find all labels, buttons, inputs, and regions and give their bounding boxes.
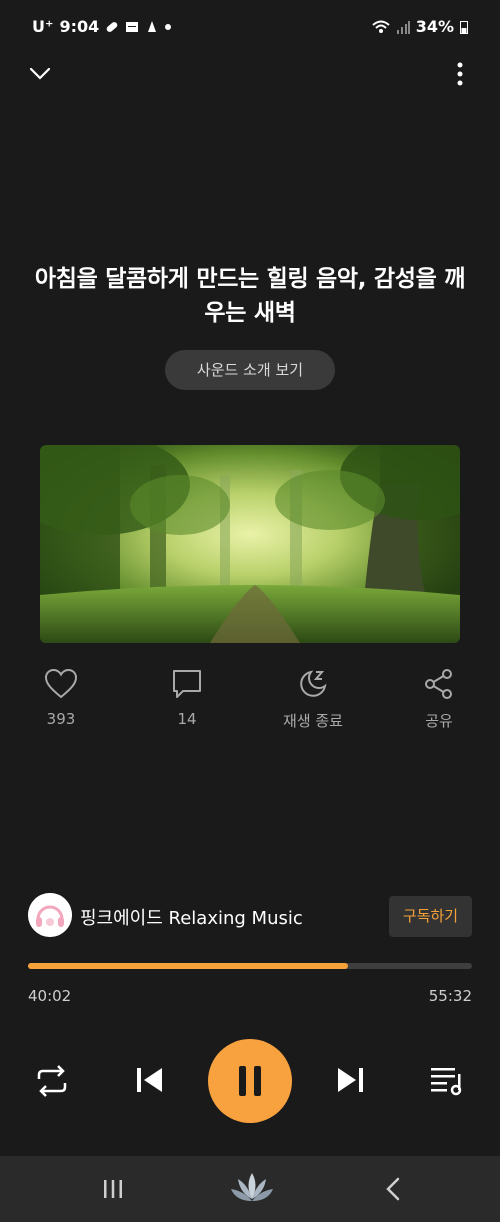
pill-icon bbox=[106, 21, 118, 32]
sleep-timer-action[interactable]: 재생 종료 bbox=[273, 668, 353, 731]
sleep-timer-icon bbox=[300, 670, 327, 697]
battery-percent: 34% bbox=[415, 17, 454, 36]
progress-fill bbox=[28, 963, 349, 969]
heart-icon bbox=[44, 668, 78, 699]
sleep-timer-label: 재생 종료 bbox=[283, 712, 343, 730]
carrier-label: U⁺ bbox=[32, 17, 54, 36]
comment-action[interactable]: 14 bbox=[147, 668, 227, 728]
signal-icon bbox=[396, 20, 410, 34]
share-action[interactable]: 공유 bbox=[399, 668, 479, 731]
calendar-icon bbox=[126, 21, 139, 32]
previous-icon[interactable] bbox=[134, 1064, 166, 1096]
clock: 9:04 bbox=[59, 17, 100, 36]
dot-indicator bbox=[165, 23, 172, 30]
home-lotus-icon[interactable] bbox=[230, 1171, 274, 1205]
like-action[interactable]: 393 bbox=[21, 668, 101, 728]
total-time: 55:32 bbox=[428, 987, 472, 1005]
comment-count: 14 bbox=[177, 710, 197, 728]
status-right: 34% bbox=[372, 17, 468, 36]
sound-intro-button[interactable]: 사운드 소개 보기 bbox=[165, 350, 335, 390]
channel-avatar[interactable] bbox=[28, 893, 72, 937]
playlist-icon[interactable] bbox=[430, 1064, 466, 1096]
next-icon[interactable] bbox=[334, 1064, 366, 1096]
album-artwork bbox=[40, 445, 460, 643]
comment-icon bbox=[173, 670, 201, 698]
status-left: U⁺ 9:04 bbox=[32, 17, 172, 36]
play-pause-button[interactable] bbox=[208, 1039, 292, 1123]
share-label: 공유 bbox=[425, 712, 453, 730]
recent-apps-icon[interactable] bbox=[102, 1178, 124, 1200]
pause-icon bbox=[239, 1066, 261, 1096]
wifi-icon bbox=[372, 20, 390, 33]
chevron-down-icon[interactable] bbox=[28, 62, 52, 86]
battery-icon bbox=[460, 20, 468, 34]
progress-track[interactable] bbox=[28, 963, 472, 969]
notification-icon bbox=[148, 20, 157, 32]
current-time: 40:02 bbox=[28, 987, 72, 1005]
channel-name[interactable]: 핑크에이드 Relaxing Music bbox=[80, 904, 303, 930]
system-nav-bar bbox=[0, 1156, 500, 1222]
more-vertical-icon[interactable] bbox=[446, 60, 474, 88]
repeat-icon[interactable] bbox=[34, 1063, 70, 1099]
subscribe-button[interactable]: 구독하기 bbox=[389, 896, 472, 937]
share-icon bbox=[425, 669, 452, 699]
status-bar: U⁺ 9:04 34% bbox=[0, 0, 500, 56]
back-icon[interactable] bbox=[382, 1177, 404, 1201]
track-title: 아침을 달콤하게 만드는 힐링 음악, 감성을 깨우는 새벽 bbox=[34, 266, 466, 326]
like-count: 393 bbox=[46, 710, 76, 728]
